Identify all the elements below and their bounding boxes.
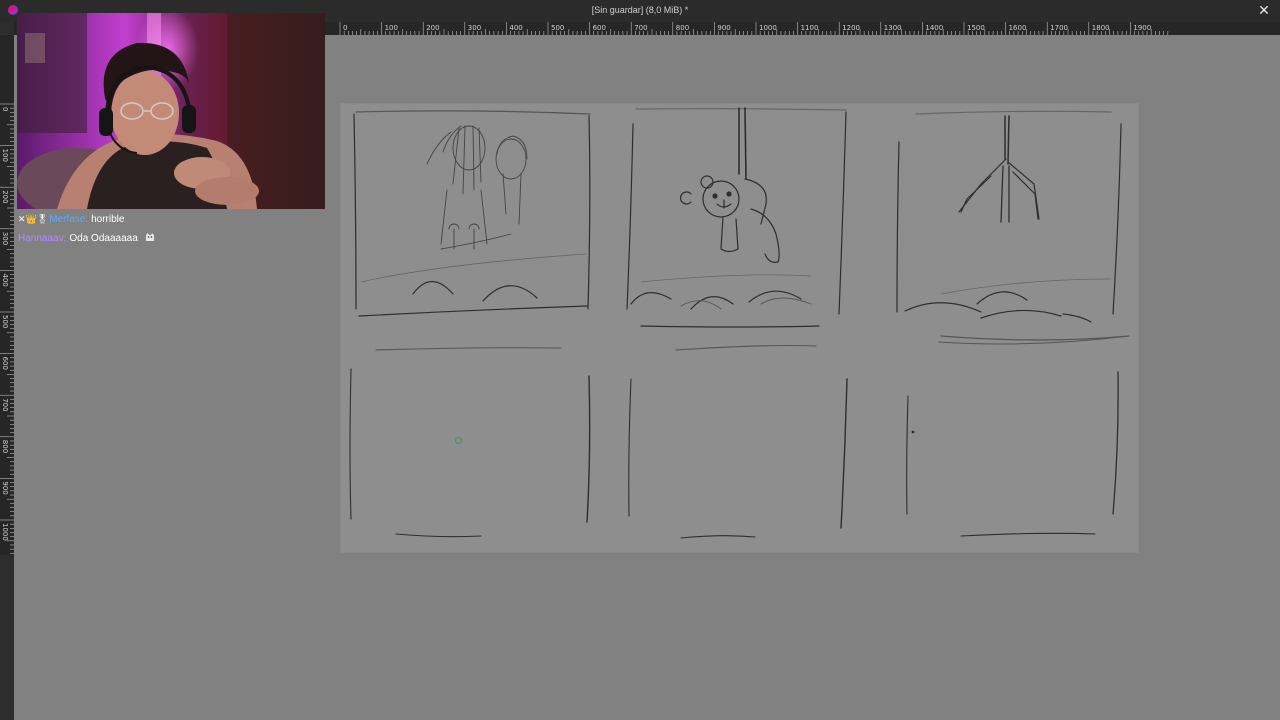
ruler-label: 1600 bbox=[1009, 24, 1027, 32]
close-button[interactable]: ✕ bbox=[1256, 2, 1272, 20]
ruler-label: 1900 bbox=[1133, 24, 1151, 32]
ruler-label: 300 bbox=[468, 24, 481, 32]
ruler-label: 1800 bbox=[1092, 24, 1110, 32]
chat-username: Hannaaav: bbox=[18, 233, 67, 244]
streamer-video bbox=[17, 13, 325, 209]
chat-text: horrible bbox=[91, 214, 125, 225]
storyboard-sketch bbox=[349, 107, 1130, 539]
ruler-label: 600 bbox=[593, 24, 606, 32]
chat-message: Hannaaav: Oda Odaaaaaa bbox=[18, 230, 318, 250]
ruler-label: 1500 bbox=[967, 24, 985, 32]
chat-text: Oda Odaaaaaa bbox=[69, 233, 138, 244]
panel-2 bbox=[626, 107, 847, 328]
cat-emote-icon bbox=[145, 233, 154, 241]
panel-1 bbox=[353, 110, 591, 317]
drawing-page[interactable] bbox=[341, 104, 1138, 552]
brush-cursor bbox=[455, 437, 462, 444]
chat-message: ✕👑🎖Merfase: horrible bbox=[18, 210, 318, 230]
ruler-label: 300 bbox=[1, 232, 9, 245]
chat-username: Merfase: bbox=[49, 214, 89, 225]
bottom-row-frames bbox=[349, 335, 1130, 539]
ruler-label: 900 bbox=[717, 24, 730, 32]
ruler-label: 800 bbox=[676, 24, 689, 32]
ruler-label: 1400 bbox=[925, 24, 943, 32]
ruler-label: 200 bbox=[426, 24, 439, 32]
panel-3 bbox=[896, 110, 1130, 341]
ruler-label: 1100 bbox=[801, 24, 819, 32]
ruler-label: 700 bbox=[1, 398, 9, 411]
ruler-label: 500 bbox=[551, 24, 564, 32]
webcam-overlay bbox=[17, 13, 325, 209]
ruler-label: 800 bbox=[1, 440, 9, 453]
ruler-label: 400 bbox=[509, 24, 522, 32]
ruler-label: 1300 bbox=[884, 24, 902, 32]
ruler-label: 500 bbox=[1, 315, 9, 328]
ruler-label: 0 bbox=[1, 107, 9, 111]
ruler-label: 1700 bbox=[1050, 24, 1068, 32]
ruler-label: 0 bbox=[343, 24, 347, 32]
chat-overlay: ✕👑🎖Merfase: horrible Hannaaav: Oda Odaaaaa… bbox=[18, 210, 318, 250]
vertical-ruler-ticks: 0 100 200 300 400 500 600 700 800 900 1000 bbox=[0, 103, 14, 554]
vertical-ruler[interactable]: 0 100 200 300 400 500 600 700 800 900 1000 bbox=[0, 35, 14, 555]
ruler-label: 1000 bbox=[1, 523, 9, 541]
ruler-label: 600 bbox=[1, 357, 9, 370]
ruler-label: 400 bbox=[1, 273, 9, 286]
ruler-label: 1000 bbox=[759, 24, 777, 32]
ruler-label: 100 bbox=[1, 149, 9, 162]
ruler-label: 900 bbox=[1, 481, 9, 494]
ruler-label: 1200 bbox=[842, 24, 860, 32]
ruler-label: 200 bbox=[1, 190, 9, 203]
ruler-label: 100 bbox=[385, 24, 398, 32]
chat-badges: ✕👑🎖 bbox=[18, 214, 49, 224]
close-icon: ✕ bbox=[1258, 3, 1270, 19]
ruler-label: 700 bbox=[634, 24, 647, 32]
